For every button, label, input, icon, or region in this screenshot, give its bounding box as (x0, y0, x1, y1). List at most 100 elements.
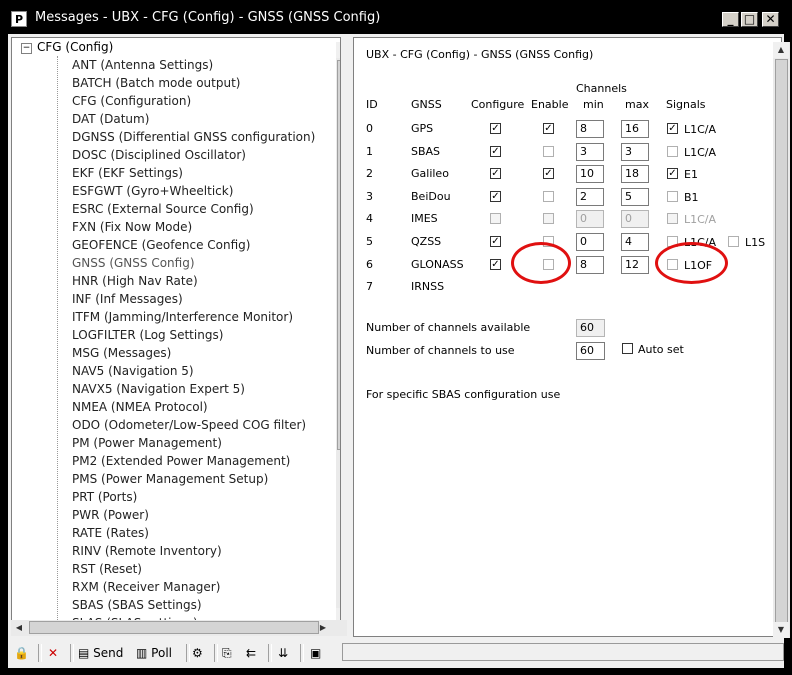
tree-item[interactable]: ANT (Antenna Settings) (72, 58, 213, 72)
tree-item[interactable]: NMEA (NMEA Protocol) (72, 400, 208, 414)
maximize-button[interactable]: □ (741, 12, 758, 27)
close-button[interactable]: ✕ (762, 12, 779, 27)
channel-min-field[interactable]: 8 (576, 256, 604, 274)
configure-checkbox[interactable]: ✓ (490, 236, 501, 247)
auto-set-checkbox[interactable] (622, 343, 633, 354)
tree-item[interactable]: PMS (Power Management Setup) (72, 472, 268, 486)
scroll-thumb[interactable] (337, 60, 340, 450)
tree-item[interactable]: GEOFENCE (Geofence Config) (72, 238, 250, 252)
poll-button[interactable]: ▥ Poll (136, 643, 172, 663)
export-icon[interactable]: ⇊ (278, 643, 288, 663)
tree-item[interactable]: NAV5 (Navigation 5) (72, 364, 194, 378)
save-icon[interactable]: ▣ (310, 643, 321, 663)
app-icon: P (11, 11, 27, 27)
lock-icon[interactable]: 🔒 (14, 643, 29, 663)
tree-item[interactable]: FXN (Fix Now Mode) (72, 220, 192, 234)
tree-item[interactable]: CFG (Configuration) (72, 94, 191, 108)
tree-item[interactable]: MSG (Messages) (72, 346, 171, 360)
tree-item[interactable]: ESFGWT (Gyro+Wheeltick) (72, 184, 233, 198)
signal-label: L1C/A (684, 146, 717, 159)
tree-item[interactable]: GNSS (GNSS Config) (72, 256, 195, 270)
hscroll-thumb[interactable] (29, 621, 319, 634)
tree-item[interactable]: NAVX5 (Navigation Expert 5) (72, 382, 245, 396)
tree-item[interactable]: PM2 (Extended Power Management) (72, 454, 290, 468)
channel-max-field[interactable]: 4 (621, 233, 649, 251)
scroll-down-arrow-icon[interactable]: ▼ (773, 622, 789, 638)
collapse-icon[interactable]: − (21, 43, 32, 54)
load-icon[interactable]: ⎘ (222, 643, 232, 663)
scroll-up-arrow-icon[interactable]: ▲ (773, 42, 789, 58)
tree-item[interactable]: PRT (Ports) (72, 490, 137, 504)
scroll-left-arrow-icon[interactable]: ◀ (11, 620, 27, 636)
tree-item[interactable]: RINV (Remote Inventory) (72, 544, 222, 558)
configure-checkbox[interactable]: ✓ (490, 191, 501, 202)
row-gnss-name: IRNSS (411, 280, 445, 293)
channel-min-field[interactable]: 2 (576, 188, 604, 206)
settings-tool-icon[interactable]: ⚙ (192, 643, 203, 663)
row-id: 1 (366, 145, 373, 158)
tree-vertical-scrollbar[interactable]: ▲ ▼ (336, 42, 340, 620)
enable-checkbox[interactable]: ✓ (543, 168, 554, 179)
tree-item[interactable]: DOSC (Disciplined Oscillator) (72, 148, 246, 162)
channels-to-use-field[interactable]: 60 (576, 342, 605, 360)
tree-item[interactable]: DAT (Datum) (72, 112, 149, 126)
tree-node-cfg[interactable]: − CFG (Config) (21, 40, 113, 54)
tree-item[interactable]: RST (Reset) (72, 562, 142, 576)
message-tree: − CFG (Config) ANT (Antenna Settings) BAT… (11, 37, 341, 621)
signal-checkbox[interactable] (667, 146, 678, 157)
tree-item[interactable]: PWR (Power) (72, 508, 149, 522)
enable-checkbox (543, 213, 554, 224)
signal-label: L1C/A (684, 123, 717, 136)
enable-checkbox[interactable] (543, 146, 554, 157)
channels-available-label: Number of channels available (366, 321, 531, 334)
tree-item[interactable]: EKF (EKF Settings) (72, 166, 183, 180)
tree-item[interactable]: SBAS (SBAS Settings) (72, 598, 202, 612)
signal-checkbox[interactable] (667, 191, 678, 202)
import-icon[interactable]: ⇇ (246, 643, 256, 663)
max-header: max (625, 98, 649, 111)
configure-checkbox[interactable]: ✓ (490, 259, 501, 270)
channel-min-field[interactable]: 0 (576, 233, 604, 251)
enable-checkbox[interactable] (543, 191, 554, 202)
signal-checkbox-2[interactable] (728, 236, 739, 247)
delete-icon[interactable]: ✕ (48, 643, 58, 663)
tree-item[interactable]: RXM (Receiver Manager) (72, 580, 220, 594)
gnss-config-panel: UBX - CFG (Config) - GNSS (GNSS Config) … (353, 37, 790, 638)
enable-header: Enable (531, 98, 569, 111)
signal-checkbox[interactable]: ✓ (667, 168, 678, 179)
channel-max-field[interactable]: 18 (621, 165, 649, 183)
tree-item[interactable]: ODO (Odometer/Low-Speed COG filter) (72, 418, 306, 432)
tree-item[interactable]: LOGFILTER (Log Settings) (72, 328, 223, 342)
channel-min-field[interactable]: 3 (576, 143, 604, 161)
tree-item[interactable]: RATE (Rates) (72, 526, 149, 540)
send-button[interactable]: ▤ Send (78, 643, 123, 663)
configure-checkbox[interactable]: ✓ (490, 146, 501, 157)
tree-item[interactable]: ESRC (External Source Config) (72, 202, 254, 216)
title-bar: P Messages - UBX - CFG (Config) - GNSS (… (1, 1, 791, 35)
scroll-thumb[interactable] (775, 59, 788, 625)
channel-min-field[interactable]: 10 (576, 165, 604, 183)
annotation-circle-signal (655, 242, 728, 284)
tree-item[interactable]: HNR (High Nav Rate) (72, 274, 198, 288)
tree-item[interactable]: ITFM (Jamming/Interference Monitor) (72, 310, 293, 324)
tree-item[interactable]: DGNSS (Differential GNSS configuration) (72, 130, 315, 144)
configure-checkbox[interactable]: ✓ (490, 123, 501, 134)
channel-max-field[interactable]: 5 (621, 188, 649, 206)
signal-checkbox[interactable]: ✓ (667, 123, 678, 134)
configure-checkbox[interactable]: ✓ (490, 168, 501, 179)
channel-max-field[interactable]: 16 (621, 120, 649, 138)
row-gnss-name: BeiDou (411, 190, 451, 203)
tree-item[interactable]: BATCH (Batch mode output) (72, 76, 240, 90)
minimize-button[interactable]: _ (722, 12, 739, 27)
channel-max-field[interactable]: 12 (621, 256, 649, 274)
row-id: 5 (366, 235, 373, 248)
panel-vertical-scrollbar[interactable]: ▲ ▼ (773, 42, 790, 638)
tree-item[interactable]: INF (Inf Messages) (72, 292, 183, 306)
tree-item[interactable]: PM (Power Management) (72, 436, 222, 450)
scroll-right-arrow-icon[interactable]: ▶ (315, 620, 331, 636)
tree-horizontal-scrollbar[interactable]: ◀ ▶ (11, 620, 347, 636)
enable-checkbox[interactable]: ✓ (543, 123, 554, 134)
channel-max-field[interactable]: 3 (621, 143, 649, 161)
channel-min-field[interactable]: 8 (576, 120, 604, 138)
scroll-up-arrow-icon[interactable]: ▲ (336, 42, 340, 58)
